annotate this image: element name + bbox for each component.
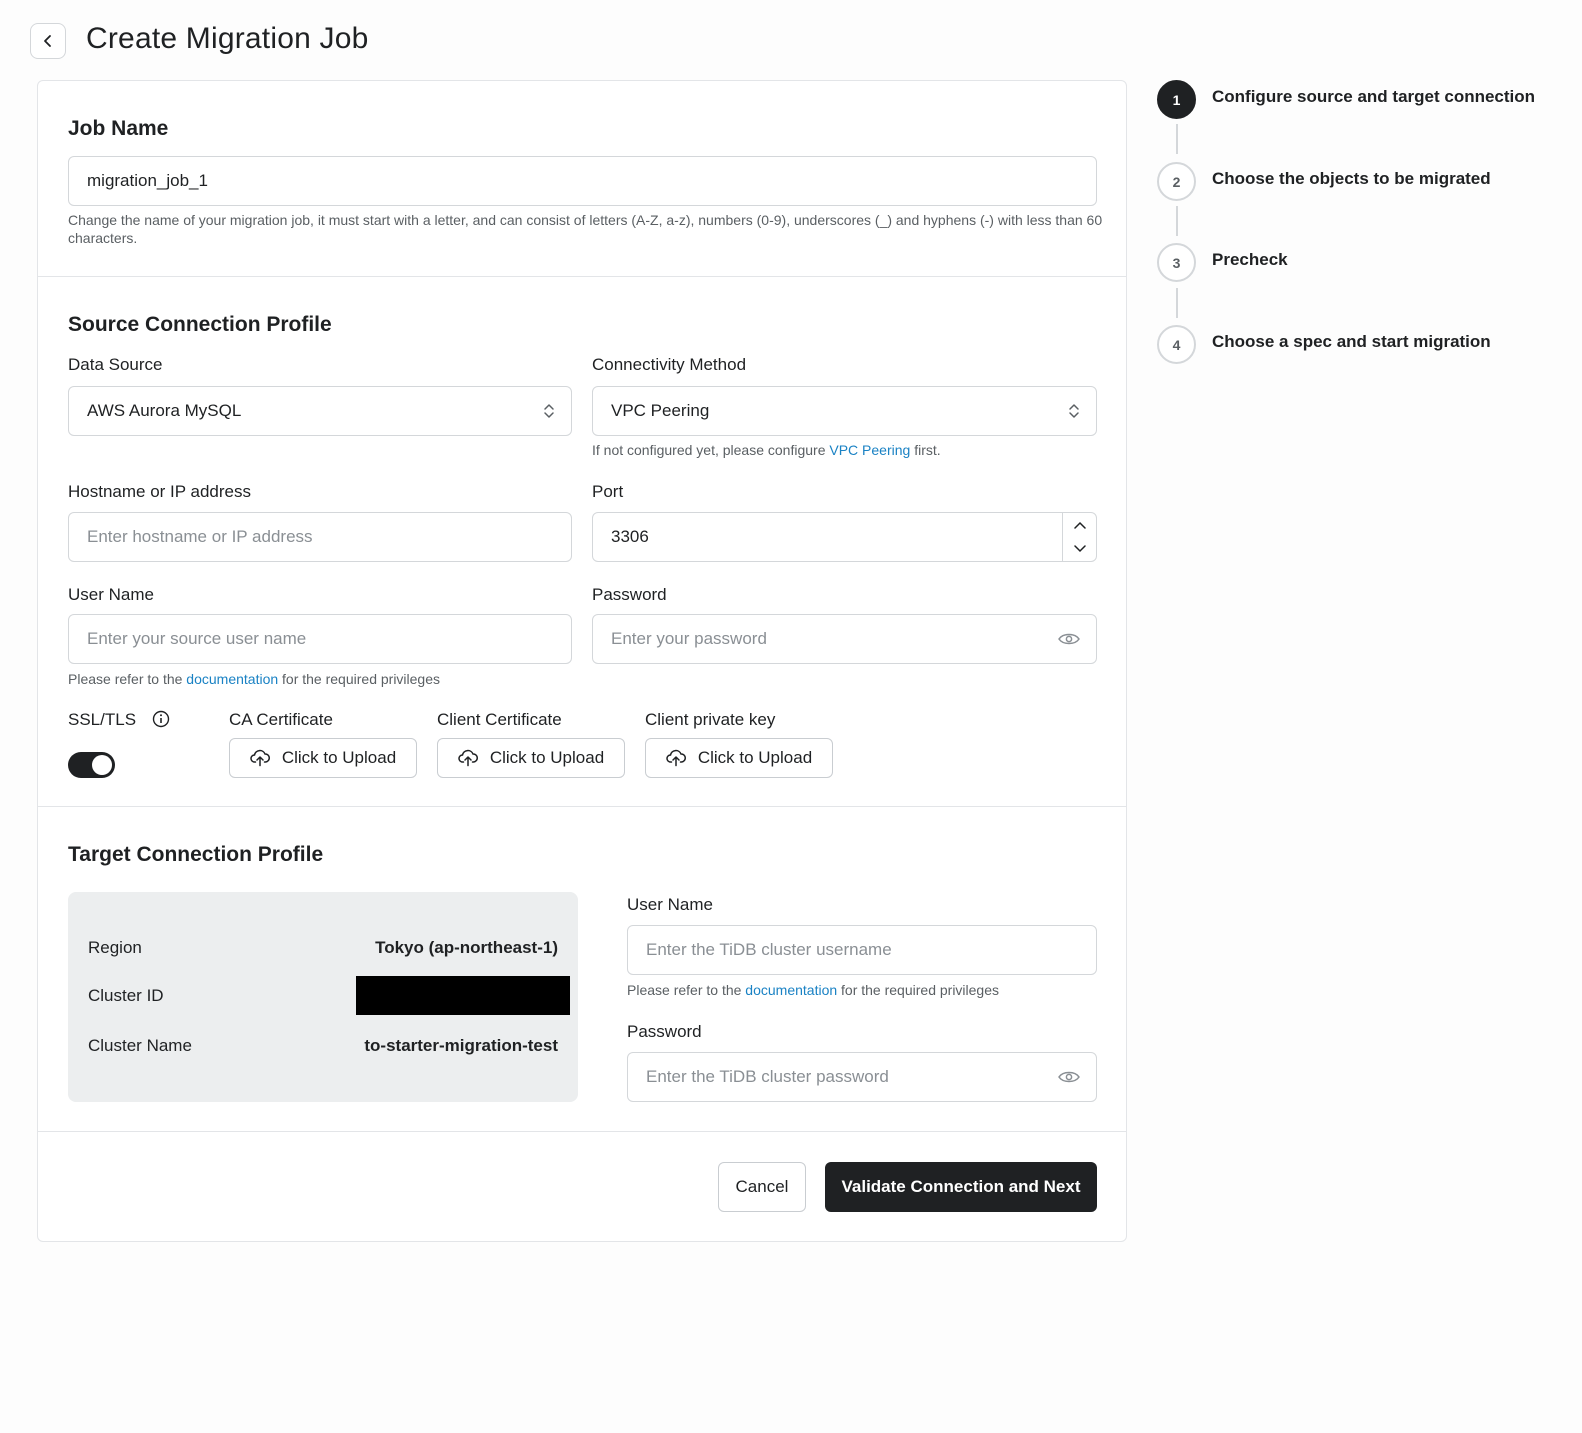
target-username-placeholder: Enter the TiDB cluster username [646, 940, 892, 959]
step-2: 2 Choose the objects to be migrated [1157, 162, 1491, 201]
target-username-label: User Name [627, 895, 713, 914]
step-label: Configure source and target connection [1212, 87, 1536, 106]
vpc-peering-link[interactable]: VPC Peering [829, 442, 910, 458]
target-username-input[interactable]: Enter the TiDB cluster username [627, 925, 1097, 975]
upload-label: Click to Upload [697, 748, 813, 767]
connectivity-method-label: Connectivity Method [592, 355, 747, 374]
step-number: 3 [1157, 243, 1196, 282]
job-name-input[interactable]: migration_job_1 [68, 156, 1097, 206]
step-number: 2 [1157, 162, 1196, 201]
source-privileges-help: Please refer to the documentation for th… [68, 670, 440, 688]
data-source-select[interactable]: AWS Aurora MySQL [68, 386, 572, 436]
cluster-id-label: Cluster ID [88, 986, 164, 1005]
step-4: 4 Choose a spec and start migration [1157, 325, 1491, 364]
target-documentation-link[interactable]: documentation [745, 982, 837, 998]
step-number: 4 [1157, 325, 1196, 364]
cloud-upload-icon [666, 749, 686, 767]
data-source-label: Data Source [68, 355, 163, 374]
client-private-key-upload-button[interactable]: Click to Upload [645, 738, 833, 778]
ssl-tls-label: SSL/TLS [68, 710, 137, 729]
job-name-section-title: Job Name [68, 117, 169, 140]
client-private-key-label: Client private key [645, 710, 776, 729]
step-connector [1176, 206, 1178, 236]
target-password-placeholder: Enter the TiDB cluster password [646, 1067, 889, 1086]
info-icon[interactable] [152, 710, 170, 733]
step-label: Precheck [1212, 250, 1288, 269]
connectivity-help: If not configured yet, please configure … [592, 441, 941, 459]
job-name-value: migration_job_1 [87, 171, 208, 190]
target-password-input[interactable]: Enter the TiDB cluster password [627, 1052, 1097, 1102]
cloud-upload-icon [458, 749, 478, 767]
step-number: 1 [1157, 80, 1196, 119]
target-cluster-info: Region Tokyo (ap-northeast-1) Cluster ID… [68, 892, 578, 1102]
step-3: 3 Precheck [1157, 243, 1288, 282]
connectivity-method-select[interactable]: VPC Peering [592, 386, 1097, 436]
hostname-label: Hostname or IP address [68, 482, 251, 501]
select-arrows-icon [1068, 402, 1080, 420]
source-username-input[interactable]: Enter your source user name [68, 614, 572, 664]
page-title: Create Migration Job [86, 22, 369, 55]
hostname-input[interactable]: Enter hostname or IP address [68, 512, 572, 562]
upload-label: Click to Upload [489, 748, 605, 767]
step-label: Choose the objects to be migrated [1212, 169, 1491, 188]
section-divider [38, 1131, 1126, 1132]
source-section-title: Source Connection Profile [68, 313, 332, 336]
source-username-label: User Name [68, 585, 154, 604]
step-label: Choose a spec and start migration [1212, 332, 1491, 351]
cloud-upload-icon [250, 749, 270, 767]
chevron-down-icon[interactable] [1073, 545, 1086, 553]
source-password-placeholder: Enter your password [611, 629, 767, 648]
target-password-label: Password [627, 1022, 702, 1041]
port-input[interactable]: 3306 [592, 512, 1097, 562]
chevron-up-icon[interactable] [1073, 521, 1086, 529]
eye-icon[interactable] [1058, 1070, 1080, 1084]
hostname-placeholder: Enter hostname or IP address [87, 527, 313, 546]
cancel-button[interactable]: Cancel [718, 1162, 806, 1212]
section-divider [38, 276, 1126, 277]
port-value: 3306 [611, 527, 649, 546]
validate-connection-button[interactable]: Validate Connection and Next [825, 1162, 1097, 1212]
eye-icon[interactable] [1058, 632, 1080, 646]
ca-certificate-label: CA Certificate [229, 710, 333, 729]
target-privileges-help-suffix: for the required privileges [837, 982, 1000, 998]
target-section-title: Target Connection Profile [68, 843, 324, 866]
source-username-placeholder: Enter your source user name [87, 629, 307, 648]
source-privileges-help-text: Please refer to the [68, 671, 187, 687]
client-certificate-upload-button[interactable]: Click to Upload [437, 738, 625, 778]
ca-certificate-upload-button[interactable]: Click to Upload [229, 738, 417, 778]
step-1: 1 Configure source and target connection [1157, 80, 1535, 119]
port-label: Port [592, 482, 624, 501]
source-password-label: Password [592, 585, 667, 604]
client-certificate-label: Client Certificate [437, 710, 562, 729]
cluster-name-label: Cluster Name [88, 1036, 192, 1055]
connectivity-help-text: If not configured yet, please configure [592, 442, 830, 458]
step-connector [1176, 288, 1178, 318]
ssl-tls-toggle[interactable] [68, 752, 115, 778]
back-button[interactable] [30, 23, 66, 59]
step-connector [1176, 124, 1178, 154]
source-documentation-link[interactable]: documentation [186, 671, 278, 687]
cluster-id-redacted [356, 976, 570, 1015]
connectivity-method-value: VPC Peering [611, 401, 710, 420]
connectivity-help-suffix: first. [910, 442, 941, 458]
toggle-knob [92, 755, 112, 775]
target-privileges-help: Please refer to the documentation for th… [627, 981, 999, 999]
section-divider [38, 806, 1126, 807]
region-value: Tokyo (ap-northeast-1) [375, 938, 558, 957]
chevron-left-icon [44, 35, 51, 47]
source-privileges-help-suffix: for the required privileges [278, 671, 441, 687]
port-stepper[interactable] [1062, 513, 1096, 561]
target-privileges-help-text: Please refer to the [627, 982, 746, 998]
select-arrows-icon [543, 402, 555, 420]
data-source-value: AWS Aurora MySQL [87, 401, 242, 420]
region-label: Region [88, 938, 142, 957]
migration-form-card: Job Name migration_job_1 Change the name… [37, 80, 1127, 1242]
cluster-name-value: to-starter-migration-test [364, 1036, 558, 1055]
job-name-help: Change the name of your migration job, i… [68, 212, 1103, 246]
upload-label: Click to Upload [281, 748, 397, 767]
source-password-input[interactable]: Enter your password [592, 614, 1097, 664]
